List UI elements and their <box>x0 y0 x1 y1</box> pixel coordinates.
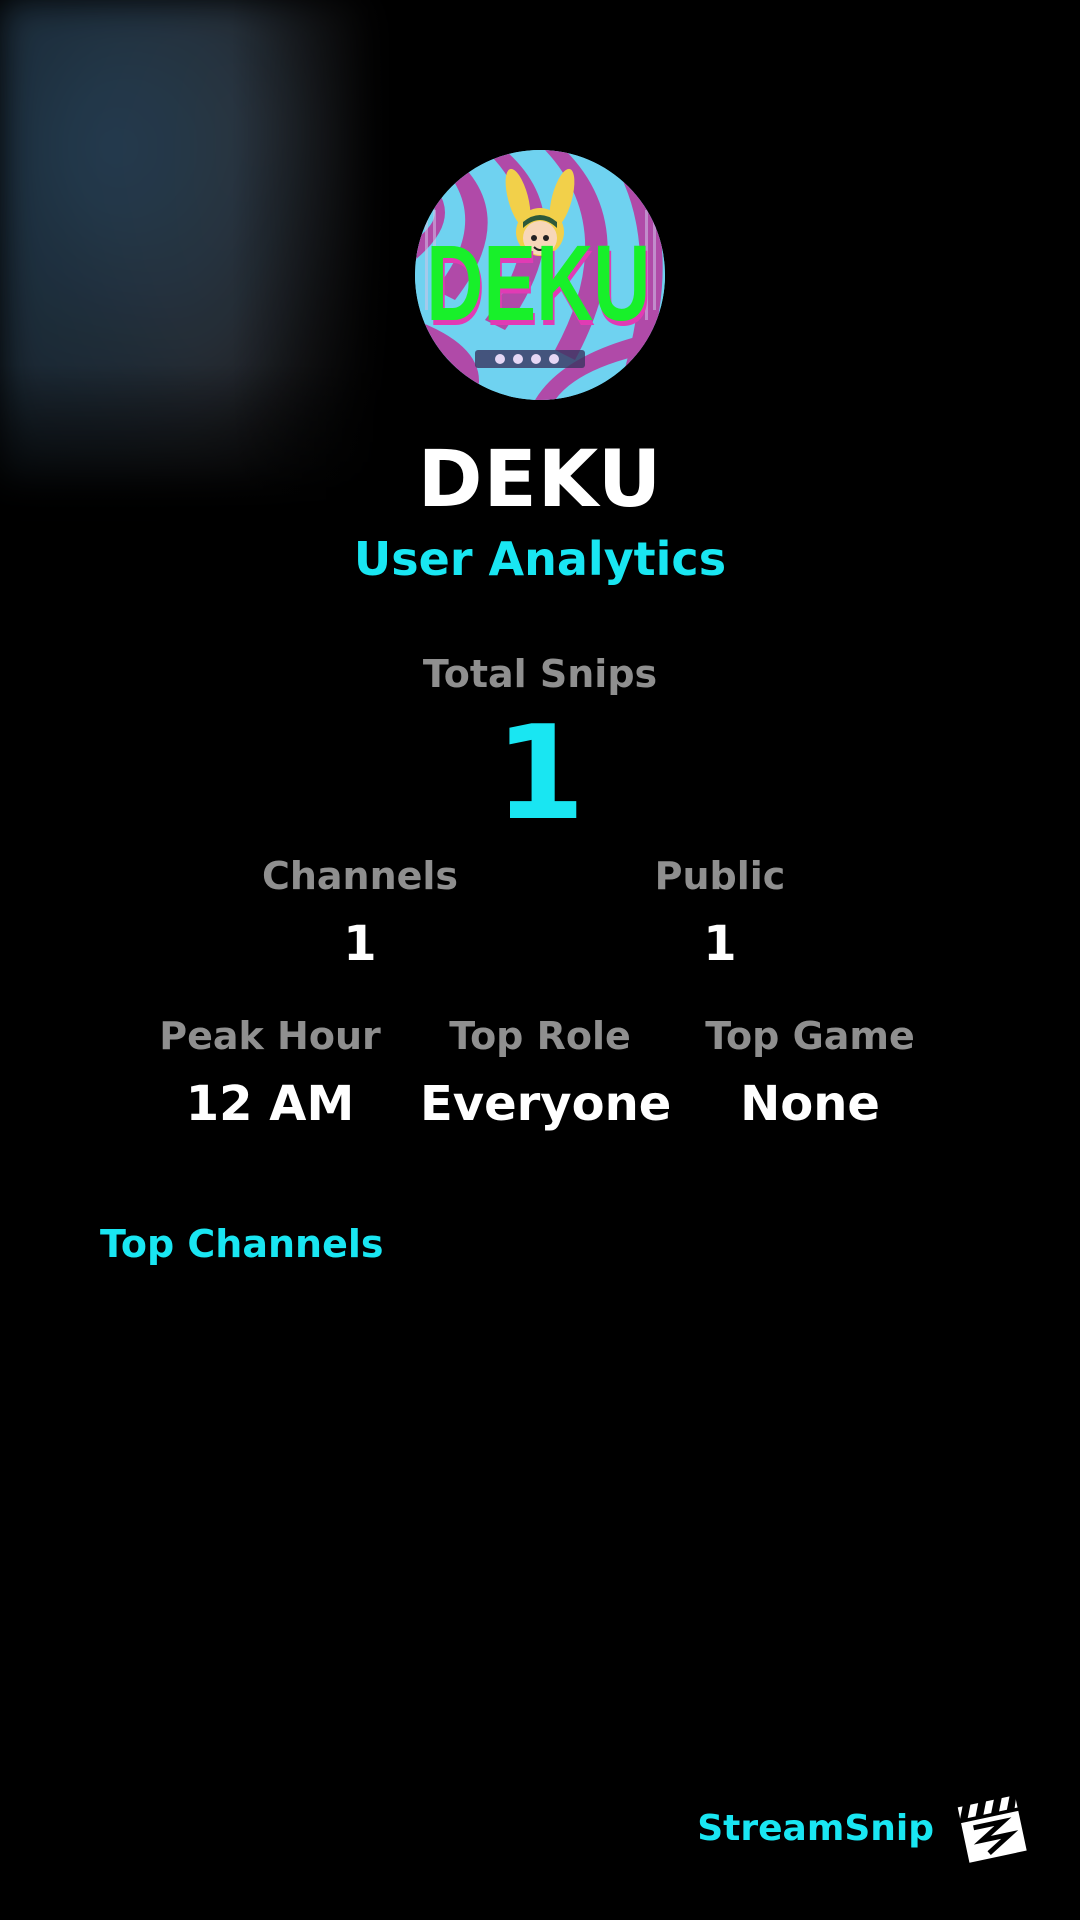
svg-text:DEKU: DEKU <box>426 224 650 344</box>
stat-top-role: Top Role Everyone <box>420 1014 672 1132</box>
stat-label: Channels <box>261 854 459 898</box>
stat-top-game: Top Game None <box>690 1014 930 1132</box>
stat-value: Everyone <box>420 1076 672 1132</box>
avatar: DEKU DEKU <box>415 150 665 400</box>
total-snips-value: 1 <box>494 697 586 849</box>
stat-public: Public 1 <box>600 854 840 972</box>
brand-name: StreamSnip <box>697 1807 934 1849</box>
stat-label: Peak Hour <box>159 1014 381 1058</box>
avatar-image: DEKU DEKU <box>415 150 665 400</box>
page-subtitle: User Analytics <box>353 532 727 586</box>
stat-label: Top Game <box>705 1014 915 1058</box>
clapperboard-icon <box>955 1793 1029 1865</box>
stat-peak-hour: Peak Hour 12 AM <box>150 1014 390 1132</box>
stat-value: 1 <box>703 916 737 972</box>
stat-channels: Channels 1 <box>240 854 480 972</box>
stat-label: Top Role <box>449 1014 631 1058</box>
stat-value: 1 <box>343 916 377 972</box>
stat-value: None <box>740 1076 880 1132</box>
stat-label: Public <box>654 854 786 898</box>
total-snips-label: Total Snips <box>422 652 658 696</box>
top-channels-heading: Top Channels <box>100 1222 384 1266</box>
stat-value: 12 AM <box>185 1076 355 1132</box>
branding: StreamSnip <box>697 1790 1030 1866</box>
username: DEKU <box>417 435 663 525</box>
